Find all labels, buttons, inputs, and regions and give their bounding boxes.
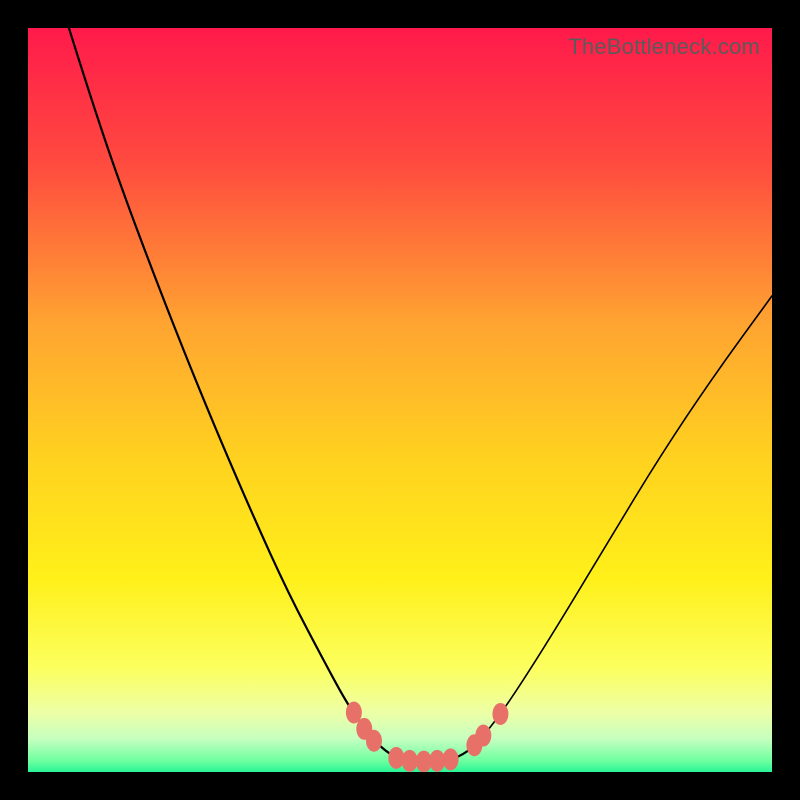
data-marker	[443, 748, 459, 770]
data-marker	[475, 725, 491, 747]
chart-svg	[28, 28, 772, 772]
data-marker	[366, 730, 382, 752]
data-marker	[388, 747, 404, 769]
plot-area: TheBottleneck.com	[28, 28, 772, 772]
watermark-text: TheBottleneck.com	[568, 34, 760, 60]
gradient-background	[28, 28, 772, 772]
chart-frame: TheBottleneck.com	[0, 0, 800, 800]
data-marker	[402, 750, 418, 772]
data-marker	[492, 703, 508, 725]
